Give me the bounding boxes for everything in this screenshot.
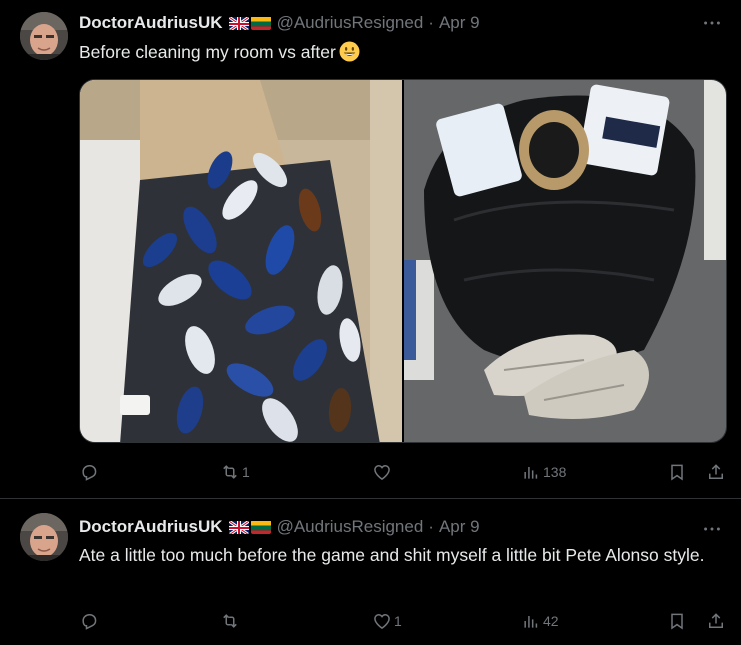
- timestamp[interactable]: Apr 9: [439, 517, 480, 537]
- share-icon: [709, 464, 723, 479]
- avatar[interactable]: [20, 12, 68, 60]
- more-options-icon[interactable]: [701, 518, 723, 540]
- separator: ·: [428, 13, 434, 32]
- like-count: 1: [394, 613, 402, 629]
- photo-after-trash-bag-shoes[interactable]: [404, 80, 726, 442]
- repost-button[interactable]: [220, 609, 242, 633]
- views-button[interactable]: 42: [521, 609, 559, 633]
- bookmark-button[interactable]: [667, 460, 687, 484]
- action-bar: 1 42: [79, 609, 729, 633]
- uk-flag-icon: [228, 520, 249, 534]
- display-name[interactable]: DoctorAudriusUK: [79, 13, 223, 33]
- reply-button[interactable]: [79, 460, 101, 484]
- uk-flag-icon: [228, 16, 249, 30]
- heart-icon: [374, 613, 390, 629]
- lithuania-flag-icon: [250, 520, 271, 534]
- tweet[interactable]: DoctorAudriusUK @AudriusResigned · Apr 9…: [0, 500, 741, 645]
- lithuania-flag-icon: [250, 16, 271, 30]
- share-button[interactable]: [706, 460, 726, 484]
- analytics-icon: [524, 616, 538, 628]
- bookmark-icon: [671, 464, 683, 481]
- tweet-text: Ate a little too much before the game an…: [79, 545, 705, 565]
- tweet[interactable]: DoctorAudriusUK @AudriusResigned · Apr 9…: [0, 0, 741, 499]
- tweet-text-content: Before cleaning my room vs after: [79, 42, 336, 62]
- share-button[interactable]: [706, 609, 726, 633]
- separator: ·: [428, 517, 434, 536]
- grinning-face-emoji: [339, 41, 360, 62]
- display-name[interactable]: DoctorAudriusUK: [79, 517, 223, 537]
- action-bar: 1 138: [79, 460, 729, 484]
- view-count: 42: [543, 613, 559, 629]
- reply-button[interactable]: [79, 609, 101, 633]
- repost-count: 1: [242, 464, 250, 480]
- repost-icon: [223, 614, 237, 628]
- more-options-icon[interactable]: [701, 12, 723, 34]
- view-count: 138: [543, 464, 567, 480]
- media-grid[interactable]: [79, 79, 727, 443]
- bookmark-icon: [671, 613, 683, 630]
- reply-icon: [82, 614, 97, 630]
- tweet-text: Before cleaning my room vs after: [79, 40, 717, 64]
- like-button[interactable]: [372, 460, 394, 484]
- timestamp[interactable]: Apr 9: [439, 13, 480, 33]
- views-button[interactable]: 138: [521, 460, 566, 484]
- handle[interactable]: @AudriusResigned: [277, 517, 424, 537]
- bookmark-button[interactable]: [667, 609, 687, 633]
- avatar[interactable]: [20, 513, 68, 561]
- repost-button[interactable]: 1: [220, 460, 250, 484]
- handle[interactable]: @AudriusResigned: [277, 13, 424, 33]
- reply-icon: [82, 465, 97, 481]
- repost-icon: [223, 465, 237, 479]
- like-button[interactable]: 1: [372, 609, 402, 633]
- heart-icon: [374, 464, 390, 480]
- photo-before-room-bottles[interactable]: [80, 80, 402, 442]
- analytics-icon: [524, 467, 538, 479]
- share-icon: [709, 613, 723, 628]
